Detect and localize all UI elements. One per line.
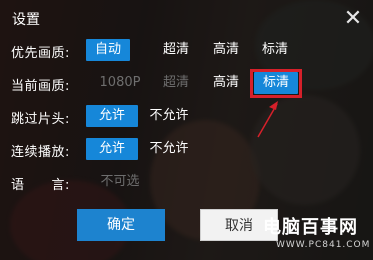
language-value: 不可选 bbox=[100, 174, 140, 189]
skip-intro-deny[interactable]: 不允许 bbox=[146, 105, 192, 127]
preferred-quality-high[interactable]: 高清 bbox=[208, 39, 244, 61]
current-quality-super: 超清 bbox=[162, 75, 189, 90]
preferred-quality-standard[interactable]: 标清 bbox=[257, 39, 293, 61]
watermark-text: 电脑百事网 bbox=[263, 217, 358, 238]
language-label: 语 言: bbox=[11, 178, 70, 193]
autoplay-label: 连续播放: bbox=[11, 145, 70, 160]
skip-intro-label: 跳过片头: bbox=[11, 112, 70, 127]
current-quality-label: 当前画质: bbox=[11, 79, 70, 94]
autoplay-allow[interactable]: 允许 bbox=[86, 138, 138, 160]
skip-intro-allow[interactable]: 允许 bbox=[86, 105, 138, 127]
autoplay-deny[interactable]: 不允许 bbox=[146, 138, 192, 160]
watermark-url: WWW.PC841.COM bbox=[276, 240, 371, 250]
preferred-quality-auto[interactable]: 自动 bbox=[86, 39, 130, 61]
current-quality-high[interactable]: 高清 bbox=[208, 72, 244, 94]
preferred-quality-label: 优先画质: bbox=[11, 46, 70, 61]
annotation-highlight-box bbox=[250, 69, 302, 98]
close-icon[interactable]: ✕ bbox=[340, 6, 366, 32]
ok-button[interactable]: 确定 bbox=[77, 209, 165, 241]
current-quality-1080p: 1080P bbox=[99, 75, 141, 90]
dialog-title: 设置 bbox=[12, 12, 40, 28]
preferred-quality-super[interactable]: 超清 bbox=[158, 39, 194, 61]
settings-dialog: 设置 ✕ 优先画质: 自动 超清 高清 标清 当前画质: 1080P 超清 高清… bbox=[0, 0, 373, 260]
